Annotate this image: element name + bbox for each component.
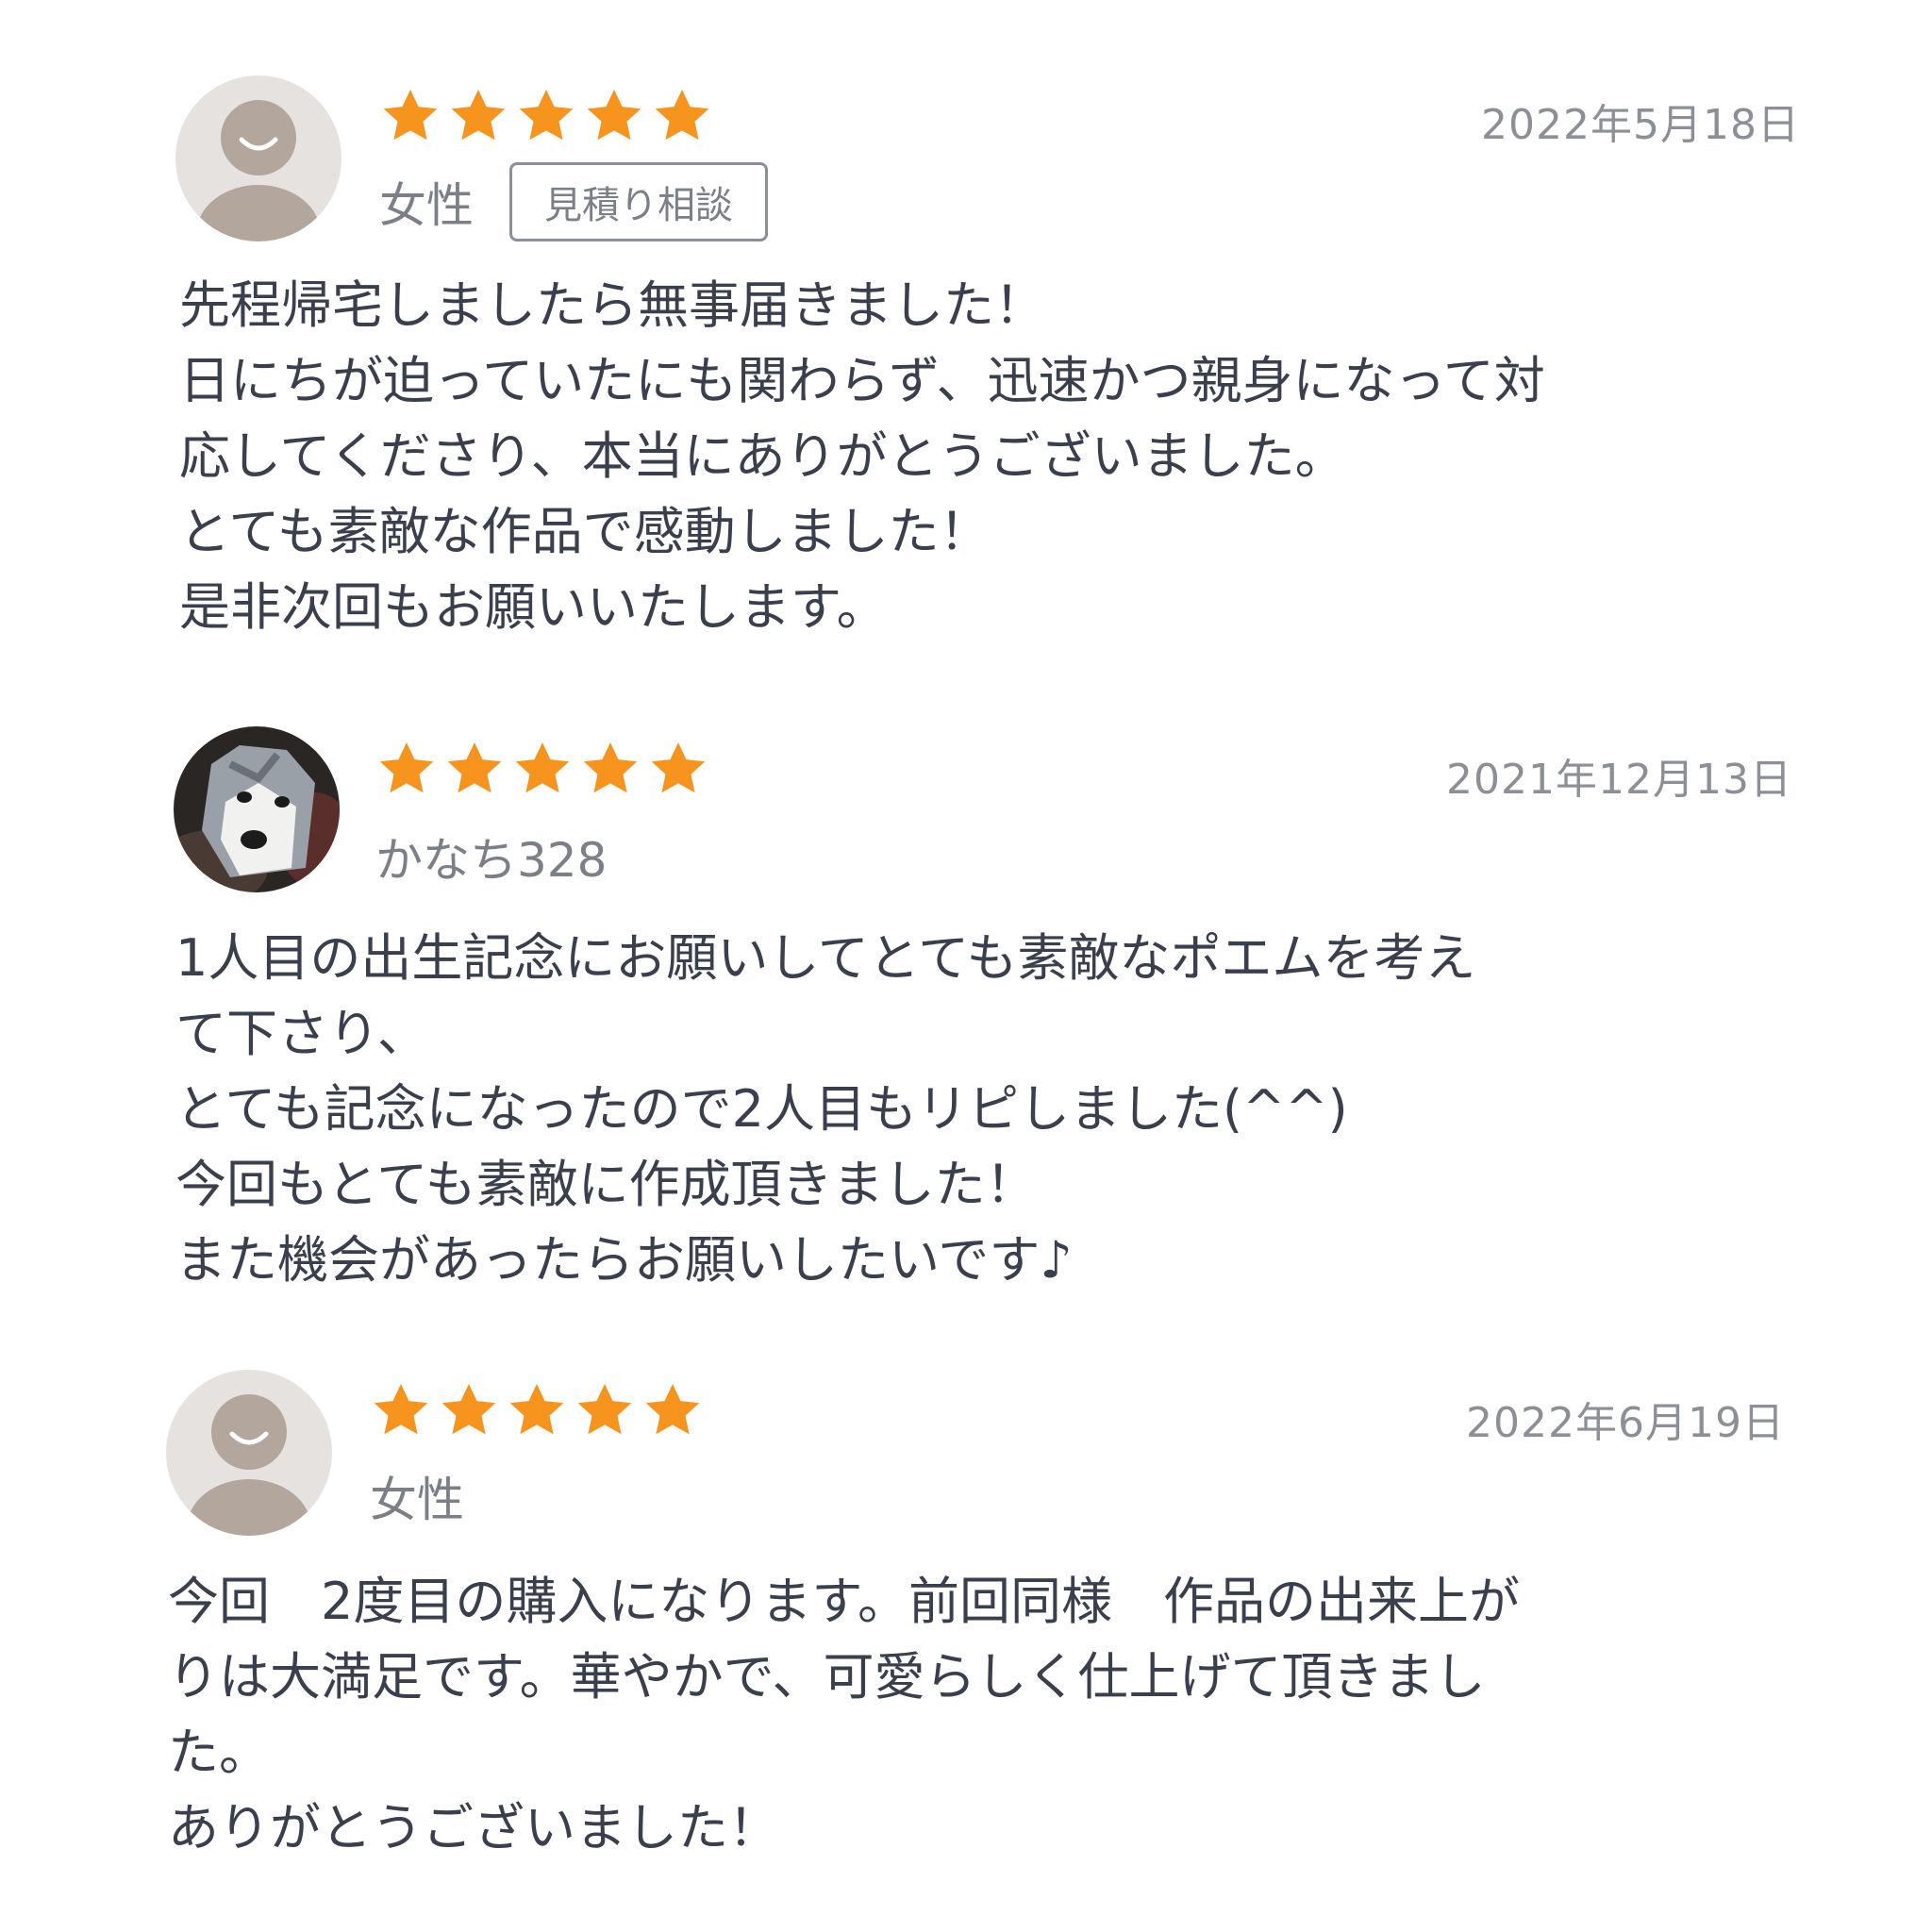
username[interactable]: かなち328 (375, 823, 607, 891)
user-avatar[interactable] (174, 726, 340, 892)
star-rating (370, 1379, 704, 1441)
star-icon (655, 89, 709, 141)
review-meta: 女性 見積り相談 (379, 162, 768, 242)
star-icon (519, 89, 574, 141)
default-user-icon (175, 75, 341, 242)
star-icon (374, 1383, 428, 1435)
star-icon (447, 741, 502, 793)
dog-photo-avatar (174, 726, 340, 892)
star-rating (379, 85, 713, 147)
star-icon (515, 741, 570, 793)
star-icon (645, 1383, 700, 1435)
star-icon (383, 89, 438, 141)
user-avatar[interactable] (175, 75, 341, 242)
username[interactable]: 女性 (370, 1462, 464, 1530)
star-icon (451, 89, 506, 141)
review-meta: かなち328 (375, 823, 607, 891)
review-body: 今回 2度目の購入になります。前回同様 作品の出来上が りは大満足です。華やかで… (168, 1572, 1520, 1857)
star-icon (583, 741, 638, 793)
review-date: 2021年12月13日 (1446, 756, 1792, 804)
username[interactable]: 女性 (379, 168, 474, 236)
review-date: 2022年5月18日 (1481, 101, 1800, 149)
user-avatar[interactable] (166, 1370, 332, 1536)
star-icon (441, 1383, 496, 1435)
star-icon (577, 1383, 632, 1435)
service-tag: 見積り相談 (509, 162, 768, 242)
star-icon (379, 741, 434, 793)
review-body: 先程帰宅しましたら無事届きました！ 日にちが迫っていたにも関わらず、迅速かつ親身… (179, 275, 1545, 637)
default-user-icon (166, 1370, 332, 1536)
star-rating (375, 738, 709, 800)
review-body: 1人目の出生記念にお願いしてとても素敵なポエムを考え て下さり、 とても記念にな… (175, 928, 1476, 1290)
star-icon (587, 89, 641, 141)
star-icon (651, 741, 706, 793)
review-meta: 女性 (370, 1462, 464, 1530)
review-date: 2022年6月19日 (1466, 1399, 1785, 1447)
star-icon (509, 1383, 564, 1435)
